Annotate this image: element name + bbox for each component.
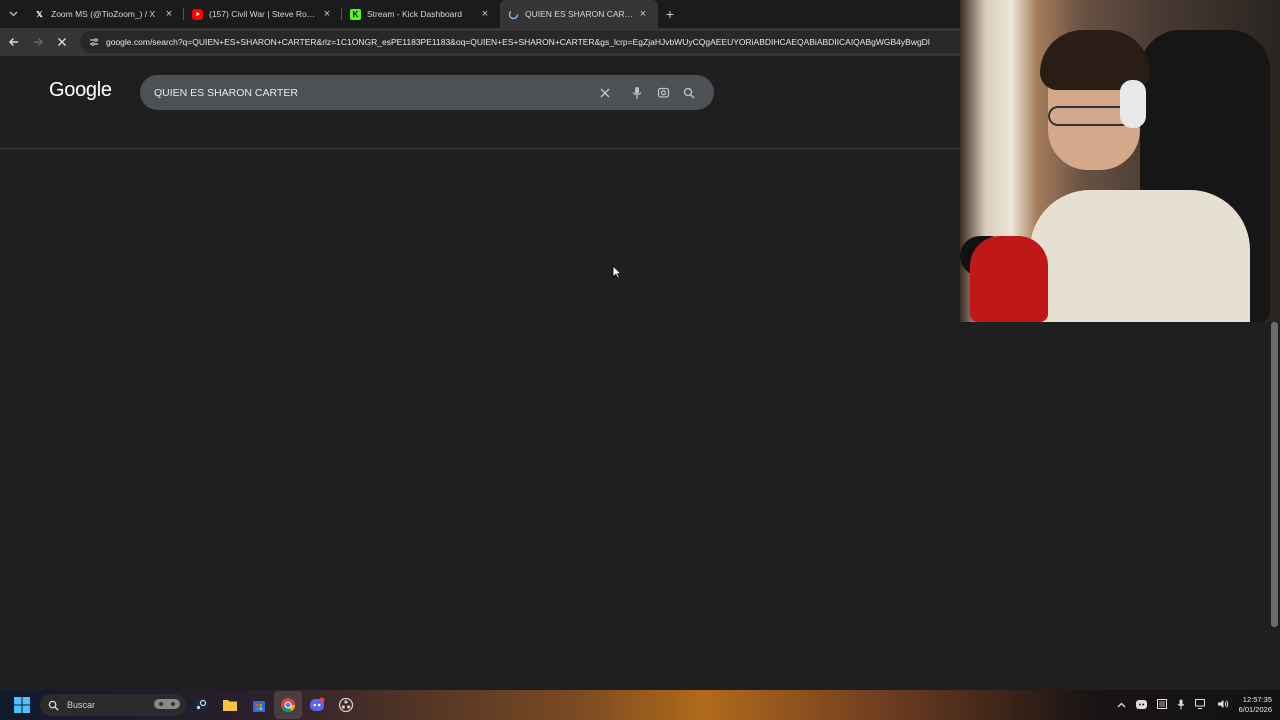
google-results-page: Google <box>0 56 960 690</box>
tab-youtube[interactable]: (157) Civil War | Steve Rogers B × <box>184 0 342 28</box>
file-explorer-app[interactable] <box>216 691 244 719</box>
google-logo[interactable]: Google <box>49 79 112 102</box>
header-divider <box>0 148 960 149</box>
voice-search-button[interactable] <box>624 80 650 106</box>
microphone-icon <box>632 86 642 99</box>
discord-app[interactable] <box>303 691 331 719</box>
tab-kick[interactable]: K Stream - Kick Dashboard × <box>342 0 500 28</box>
store-icon <box>253 701 265 712</box>
clear-search-button[interactable] <box>592 80 618 106</box>
camera-lens-icon <box>657 87 669 98</box>
tab-search-button[interactable] <box>0 0 26 28</box>
store-app[interactable] <box>245 691 273 719</box>
close-icon[interactable]: × <box>162 8 176 20</box>
obs-icon <box>338 697 354 713</box>
close-icon[interactable]: × <box>478 8 492 20</box>
microphone-icon[interactable] <box>1177 699 1185 712</box>
headphones <box>1120 80 1146 128</box>
close-icon[interactable]: × <box>636 8 650 20</box>
youtube-icon <box>192 8 203 20</box>
clock-time: 12:57:35 <box>1242 695 1272 704</box>
clock-date: 6/01/2026 <box>1238 705 1272 714</box>
tab-title: Zoom MS (@TioZoom_) / X <box>51 9 156 19</box>
site-info-icon[interactable] <box>88 36 100 48</box>
kick-icon: K <box>350 8 361 20</box>
page-right-area <box>960 322 1280 690</box>
volume-icon[interactable] <box>1217 699 1229 711</box>
tab-google-search[interactable]: QUIEN ES SHARON CARTER - B × <box>500 0 658 28</box>
screen: 𝕏 Zoom MS (@TioZoom_) / X × (157) Civil … <box>0 0 1280 720</box>
microphone <box>970 236 1048 322</box>
search-box <box>140 75 714 110</box>
forward-button[interactable] <box>26 30 50 54</box>
new-tab-button[interactable]: + <box>658 6 682 22</box>
arrow-right-icon <box>34 38 43 46</box>
folder-icon <box>223 700 237 711</box>
address-bar[interactable]: google.com/search?q=QUIEN+ES+SHARON+CART… <box>80 31 960 53</box>
taskbar-search-label: Buscar <box>67 700 96 710</box>
stop-loading-button[interactable] <box>50 30 74 54</box>
discord-tray-icon[interactable] <box>1135 699 1147 711</box>
start-button[interactable] <box>8 691 36 719</box>
chrome-icon <box>281 698 296 713</box>
windows-taskbar: Buscar 12:57:35 6/01/2026 <box>0 690 1280 720</box>
taskbar-search[interactable]: Buscar <box>40 694 186 716</box>
gamepad-icon <box>152 696 182 714</box>
tab-title: (157) Civil War | Steve Rogers B <box>209 9 320 19</box>
streamer-shirt <box>1030 190 1250 322</box>
chrome-app[interactable] <box>274 691 302 719</box>
chevron-down-icon <box>9 11 17 17</box>
system-tray: 12:57:35 6/01/2026 <box>1117 690 1272 720</box>
chevron-up-icon[interactable] <box>1117 700 1126 710</box>
arrow-left-icon <box>9 38 18 46</box>
search-input[interactable] <box>154 86 592 99</box>
x-logo-icon: 𝕏 <box>36 9 43 19</box>
loading-icon <box>508 9 519 20</box>
browser-toolbar: google.com/search?q=QUIEN+ES+SHARON+CART… <box>0 28 960 56</box>
search-icon <box>48 700 59 711</box>
lens-search-button[interactable] <box>650 80 676 106</box>
tab-x[interactable]: 𝕏 Zoom MS (@TioZoom_) / X × <box>26 0 184 28</box>
page-scrollbar[interactable] <box>1271 322 1278 627</box>
close-icon[interactable]: × <box>320 8 334 20</box>
discord-icon <box>310 697 325 711</box>
plus-icon: + <box>665 6 675 22</box>
steam-app[interactable] <box>187 691 215 719</box>
obs-app[interactable] <box>332 691 360 719</box>
network-icon[interactable] <box>1194 699 1207 711</box>
url-text: google.com/search?q=QUIEN+ES+SHARON+CART… <box>106 37 930 47</box>
search-icon <box>683 87 695 99</box>
back-button[interactable] <box>2 30 26 54</box>
keyboard-layout-icon[interactable] <box>1156 699 1167 711</box>
search-submit-button[interactable] <box>676 80 702 106</box>
close-icon <box>600 87 610 98</box>
tab-title: QUIEN ES SHARON CARTER - B <box>525 9 636 19</box>
windows-logo-icon <box>14 697 30 713</box>
steam-icon <box>194 698 208 712</box>
taskbar-clock[interactable]: 12:57:35 6/01/2026 <box>1239 695 1272 715</box>
webcam-overlay <box>960 0 1280 322</box>
mouse-cursor-icon <box>612 265 622 279</box>
close-icon <box>58 38 66 46</box>
tab-title: Stream - Kick Dashboard <box>367 9 462 19</box>
